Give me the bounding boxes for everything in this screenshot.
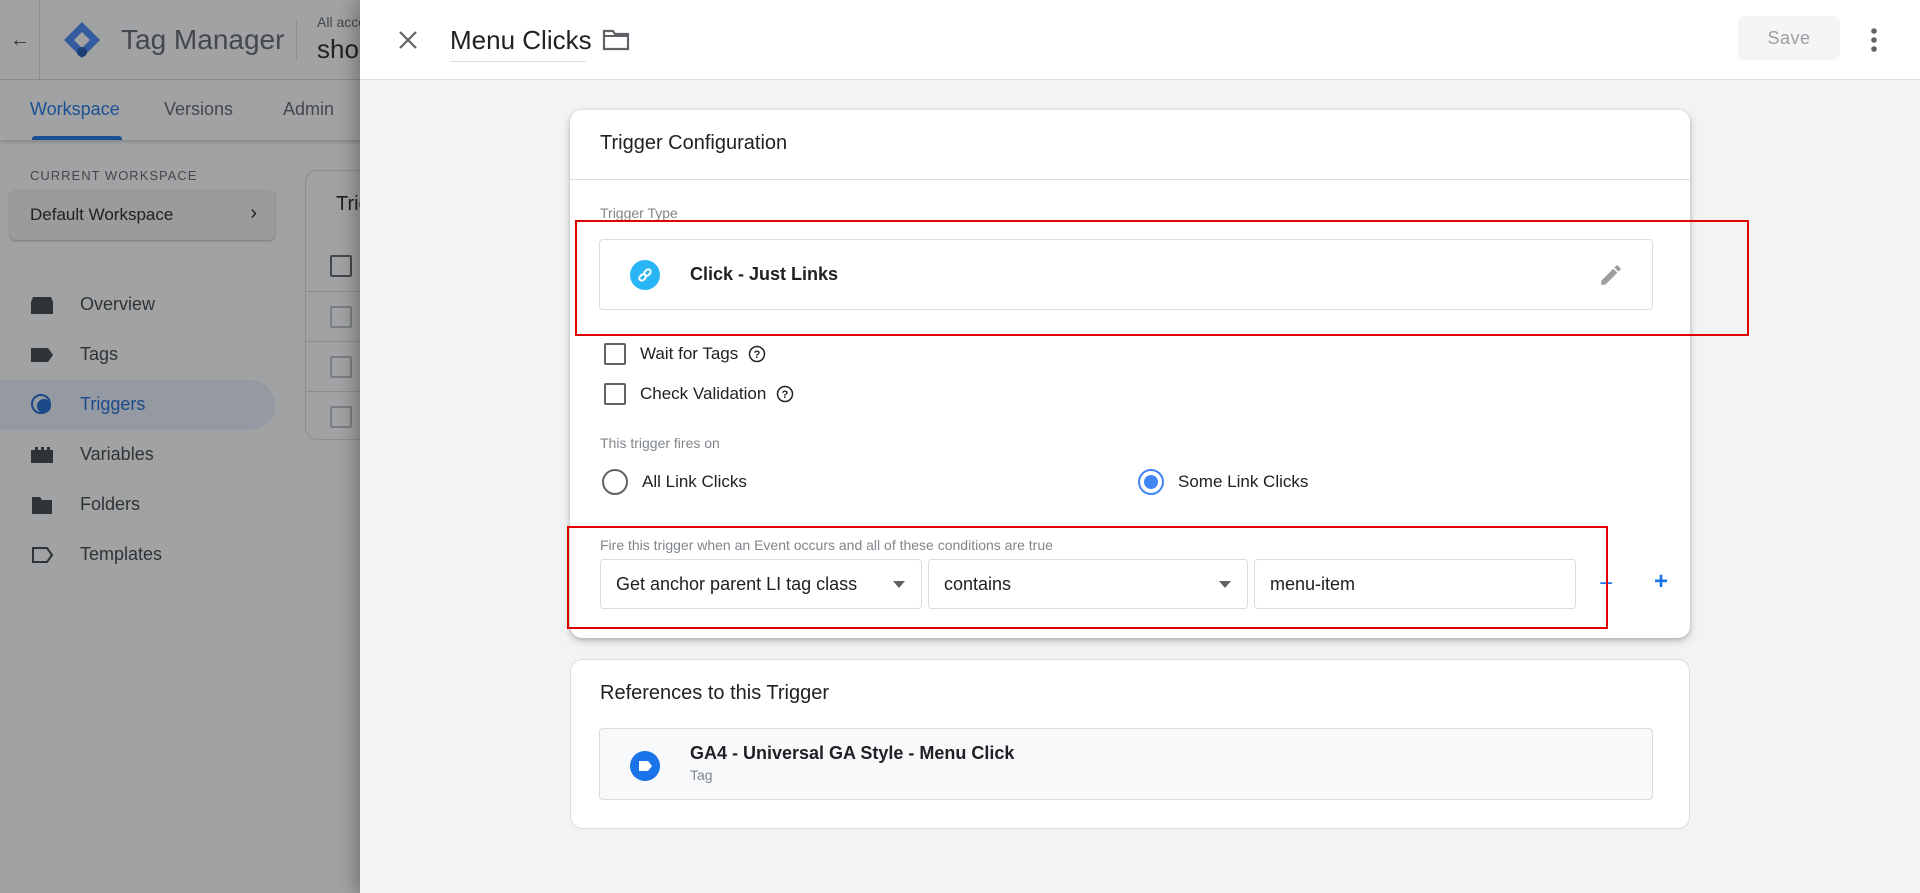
card-title: Trigger Configuration [600,132,788,154]
check-validation-option: Check Validation ? [604,381,794,407]
trigger-type-label: Trigger Type [600,205,678,221]
radio-button[interactable] [602,469,628,495]
wait-for-tags-label: Wait for Tags [640,344,739,363]
reference-name: GA4 - Universal GA Style - Menu Click [690,743,1015,763]
reference-item[interactable]: GA4 - Universal GA Style - Menu Click Ta… [599,728,1653,800]
tag-icon [630,751,660,781]
trigger-type-selector[interactable]: Click - Just Links [599,239,1653,310]
radio-button[interactable] [1138,469,1164,495]
check-validation-checkbox[interactable] [604,383,626,405]
help-icon[interactable]: ? [748,345,766,363]
condition-operator-select[interactable]: contains [928,559,1248,609]
folder-icon[interactable] [602,28,630,52]
fires-on-label: This trigger fires on [600,435,720,451]
close-icon [399,31,417,49]
condition-operator-value: contains [944,574,1012,594]
reference-type: Tag [690,767,713,783]
trigger-type-name: Click - Just Links [690,264,839,284]
add-condition-button[interactable]: + [1649,568,1673,596]
wait-for-tags-option: Wait for Tags ? [604,341,766,367]
wait-for-tags-checkbox[interactable] [604,343,626,365]
radio-all-link-clicks[interactable]: All Link Clicks [602,469,747,495]
references-card: References to this Trigger GA4 - Univers… [570,659,1690,829]
condition-variable-select[interactable]: Get anchor parent LI tag class [600,559,922,609]
card-title: References to this Trigger [600,682,829,704]
check-validation-label: Check Validation [640,384,767,403]
dropdown-caret-icon [893,581,905,588]
more-vert-icon[interactable] [1866,24,1882,56]
link-icon [630,260,660,290]
save-button[interactable]: Save [1738,16,1840,60]
trigger-configuration-card: Trigger Configuration Trigger Type Click… [570,110,1690,638]
condition-value-input[interactable]: menu-item [1254,559,1576,609]
condition-variable-value: Get anchor parent LI tag class [616,574,858,594]
radio-label: Some Link Clicks [1178,472,1309,491]
modal-scrim[interactable] [0,0,360,893]
condition-value-text: menu-item [1270,574,1356,594]
radio-label: All Link Clicks [642,472,747,491]
conditions-label: Fire this trigger when an Event occurs a… [600,537,1053,553]
pencil-icon[interactable] [1598,262,1624,288]
divider [570,179,1690,180]
remove-condition-button[interactable]: − [1599,570,1619,598]
dropdown-caret-icon [1219,581,1231,588]
drawer-header: Menu Clicks Save [360,0,1920,80]
trigger-name-field[interactable]: Menu Clicks [450,22,592,62]
close-button[interactable] [390,22,426,58]
radio-some-link-clicks[interactable]: Some Link Clicks [1138,469,1308,495]
svg-text:?: ? [754,349,761,361]
help-icon[interactable]: ? [776,385,794,403]
trigger-editor-drawer: Menu Clicks Save Trigger Configuration T… [360,0,1920,893]
svg-text:?: ? [782,389,789,401]
